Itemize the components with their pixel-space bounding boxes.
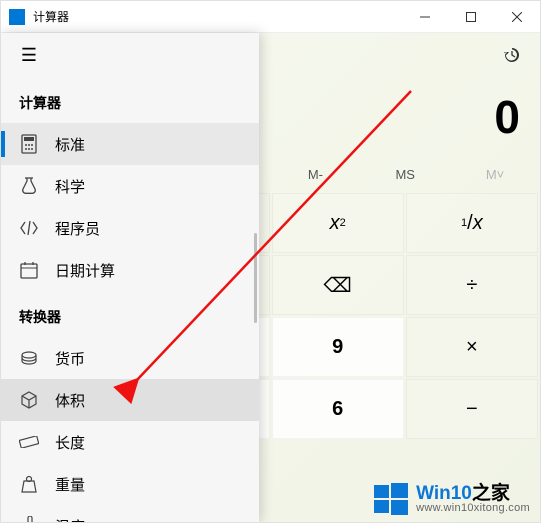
nav-standard[interactable]: 标准 [1,123,259,165]
key-9[interactable]: 9 [272,317,404,377]
standard-icon [19,134,39,154]
nav-label: 温度 [55,516,85,523]
nav-programmer[interactable]: 程序员 [1,207,259,249]
nav-length[interactable]: 长度 [1,421,259,463]
titlebar: 计算器 [1,1,540,33]
mlist-button[interactable]: M˅ [450,157,540,191]
subtract-key[interactable]: − [406,379,538,439]
nav-label: 体积 [55,390,85,411]
date-icon [19,260,39,280]
history-button[interactable] [492,35,532,75]
programmer-icon [19,218,39,238]
app-icon [9,9,25,25]
panel-menu-button[interactable]: ☰ [9,35,49,75]
panel-scrollbar[interactable] [254,233,257,323]
multiply-key[interactable]: × [406,317,538,377]
temperature-icon [19,516,39,522]
minimize-button[interactable] [402,1,448,33]
nav-label: 科学 [55,176,85,197]
nav-weight[interactable]: 重量 [1,463,259,505]
volume-icon [19,390,39,410]
nav-label: 货币 [55,348,85,369]
backspace-key[interactable]: ⌫ [272,255,404,315]
section-converter: 转换器 [1,291,259,337]
section-calculator: 计算器 [1,77,259,123]
windows-logo-icon [374,482,408,516]
reciprocal-key[interactable]: 1/x [406,193,538,253]
close-button[interactable] [494,1,540,33]
nav-label: 重量 [55,474,85,495]
nav-label: 日期计算 [55,260,115,281]
nav-volume[interactable]: 体积 [1,379,259,421]
mminus-button[interactable]: M- [270,157,360,191]
nav-currency[interactable]: 货币 [1,337,259,379]
maximize-button[interactable] [448,1,494,33]
ms-button[interactable]: MS [360,157,450,191]
nav-temperature[interactable]: 温度 [1,505,259,522]
square-key[interactable]: x2 [272,193,404,253]
calculator-window: 计算器 ☰ 0 MC MR M+ M- MS M˅ % √ x2 1/x CE … [0,0,541,523]
nav-scientific[interactable]: 科学 [1,165,259,207]
window-title: 计算器 [33,8,402,25]
currency-icon [19,348,39,368]
scientific-icon [19,176,39,196]
key-6[interactable]: 6 [272,379,404,439]
display-value: 0 [494,90,520,144]
nav-label: 标准 [55,134,85,155]
weight-icon [19,474,39,494]
active-indicator [1,131,5,157]
nav-label: 长度 [55,432,85,453]
length-icon [19,432,39,452]
nav-date[interactable]: 日期计算 [1,249,259,291]
nav-panel: ☰ 计算器 标准 科学 程序员 日期计算 [1,33,259,522]
watermark-text: Win10之家 www.win10xitong.com [416,484,530,514]
panel-top: ☰ [1,33,259,77]
watermark: Win10之家 www.win10xitong.com [374,482,530,516]
nav-label: 程序员 [55,218,100,239]
divide-key[interactable]: ÷ [406,255,538,315]
